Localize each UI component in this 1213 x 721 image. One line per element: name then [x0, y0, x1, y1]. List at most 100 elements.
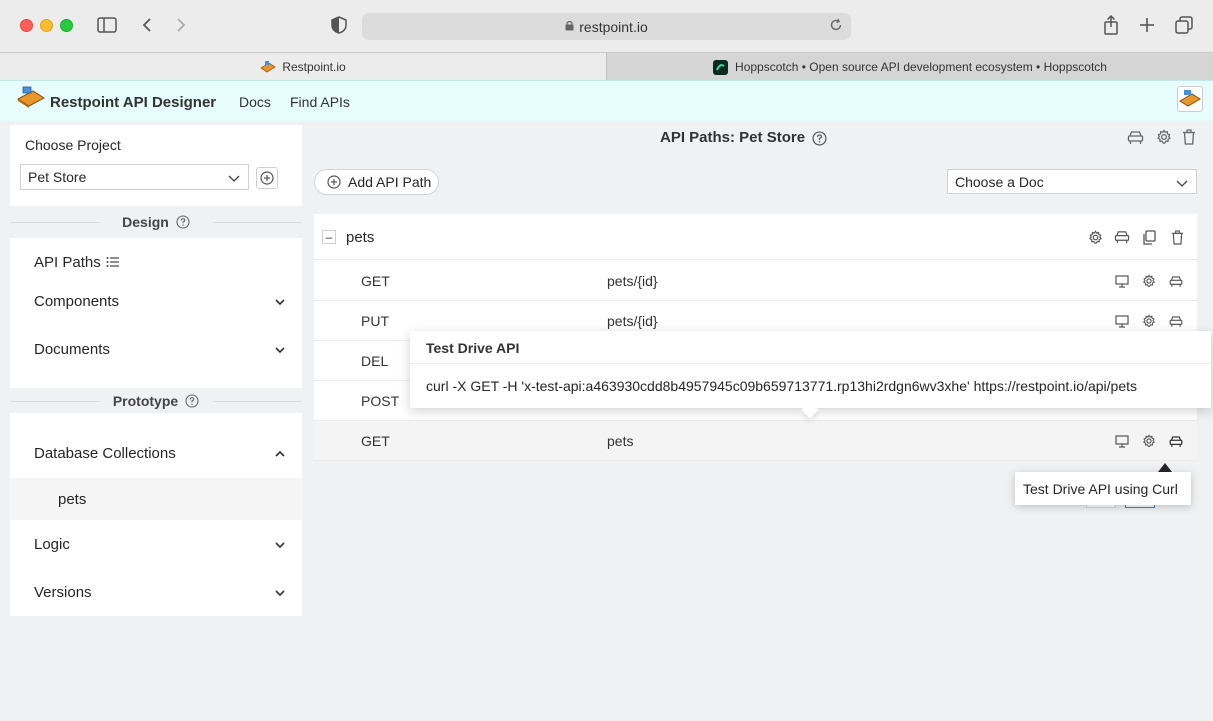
tab-label: Hoppscotch • Open source API development… — [735, 60, 1107, 74]
chevron-down-icon — [274, 343, 286, 360]
test-drive-icon[interactable] — [1168, 313, 1184, 329]
project-select-value: Pet Store — [28, 169, 87, 185]
prototype-label: Prototype — [112, 393, 179, 409]
address-bar[interactable]: restpoint.io — [362, 13, 851, 40]
sidebar-item-documents[interactable]: Documents — [10, 325, 302, 373]
design-label: Design — [122, 214, 169, 230]
http-method: DEL — [361, 353, 389, 369]
http-method: PUT — [361, 313, 389, 329]
chevron-down-icon — [274, 538, 286, 555]
sidebar-item-label: Logic — [34, 535, 70, 553]
http-method: GET — [361, 433, 390, 449]
app-title[interactable]: Restpoint API Designer — [50, 94, 216, 111]
sidebar-item-label: Database Collections — [34, 444, 176, 462]
group-header: – pets — [314, 214, 1197, 260]
tab-bar: Restpoint.io Hoppscotch • Open source AP… — [0, 52, 1213, 81]
popover-title: Test Drive API — [426, 340, 520, 356]
hoppscotch-favicon-icon — [713, 60, 729, 75]
sidebar-item-database-collections[interactable]: Database Collections — [10, 429, 302, 477]
tooltip-arrow — [1158, 463, 1172, 472]
browser-toolbar: restpoint.io — [0, 0, 1213, 52]
collapse-toggle[interactable]: – — [322, 230, 336, 244]
nav-docs[interactable]: Docs — [239, 94, 271, 110]
doc-select-value: Choose a Doc — [955, 173, 1044, 190]
back-icon[interactable] — [136, 14, 158, 36]
api-path: pets — [607, 433, 634, 449]
app-header: Restpoint API Designer Docs Find APIs — [0, 80, 1213, 121]
gear-icon[interactable] — [1141, 313, 1157, 329]
sidebar-item-logic[interactable]: Logic — [10, 520, 302, 568]
close-window-button[interactable] — [20, 19, 33, 32]
test-drive-icon[interactable] — [1125, 127, 1145, 147]
help-icon[interactable] — [812, 130, 827, 146]
doc-select[interactable]: Choose a Doc — [947, 169, 1197, 194]
share-icon[interactable] — [1100, 14, 1122, 36]
gear-icon[interactable] — [1086, 228, 1104, 246]
api-path: pets/{id} — [607, 313, 658, 329]
page-title-text: API Paths: Pet Store — [660, 129, 806, 146]
project-select[interactable]: Pet Store — [20, 164, 249, 190]
nav-find-apis[interactable]: Find APIs — [290, 94, 350, 110]
test-drive-popover: Test Drive API curl -X GET -H 'x-test-ap… — [410, 331, 1211, 419]
lock-icon — [565, 20, 574, 34]
choose-project-card: Choose Project Pet Store — [10, 125, 302, 206]
http-method: POST — [361, 393, 400, 409]
gear-icon[interactable] — [1141, 273, 1157, 289]
http-method: GET — [361, 273, 390, 289]
tab-hoppscotch[interactable]: Hoppscotch • Open source API development… — [606, 53, 1213, 81]
tab-restpoint[interactable]: Restpoint.io — [0, 53, 606, 81]
plus-circle-icon — [327, 175, 348, 189]
sidebar-item-components[interactable]: Components — [10, 277, 302, 325]
reload-icon[interactable] — [829, 18, 843, 35]
divider — [410, 363, 1211, 364]
tab-overview-icon[interactable] — [1173, 14, 1195, 36]
table-row[interactable]: GET pets/{id} — [314, 261, 1197, 301]
collection-item-pets[interactable]: pets — [10, 478, 302, 520]
monitor-icon[interactable] — [1114, 273, 1130, 289]
url-text: restpoint.io — [579, 18, 648, 35]
zoom-window-button[interactable] — [60, 19, 73, 32]
test-drive-icon[interactable] — [1168, 433, 1184, 449]
test-drive-icon[interactable] — [1113, 228, 1131, 246]
help-icon[interactable] — [185, 394, 199, 408]
avatar[interactable] — [1177, 86, 1203, 112]
sidebar-item-label: Components — [34, 292, 120, 310]
group-name: pets — [346, 229, 375, 246]
sidebar-toggle-icon[interactable] — [96, 14, 118, 36]
curl-command[interactable]: curl -X GET -H 'x-test-api:a463930cdd8b4… — [426, 378, 1137, 394]
copy-icon[interactable] — [1140, 228, 1158, 246]
minimize-window-button[interactable] — [40, 19, 53, 32]
monitor-icon[interactable] — [1114, 433, 1130, 449]
trash-icon[interactable] — [1168, 228, 1186, 246]
help-icon[interactable] — [176, 215, 190, 229]
table-row[interactable]: GET pets — [314, 421, 1197, 461]
sidebar-item-label: API Paths — [34, 253, 101, 271]
test-drive-icon[interactable] — [1168, 273, 1184, 289]
privacy-shield-icon[interactable] — [328, 14, 350, 36]
monitor-icon[interactable] — [1114, 313, 1130, 329]
add-api-path-button[interactable]: Add API Path — [314, 169, 439, 195]
api-path: pets/{id} — [607, 273, 658, 289]
new-tab-icon[interactable] — [1136, 14, 1158, 36]
design-section-header: Design — [10, 208, 302, 236]
add-project-button[interactable] — [256, 167, 278, 189]
sidebar-item-versions[interactable]: Versions — [10, 568, 302, 616]
tooltip: Test Drive API using Curl — [1015, 472, 1191, 505]
restpoint-logo-icon[interactable] — [17, 85, 45, 109]
chevron-up-icon — [274, 447, 286, 464]
collection-label: pets — [58, 490, 87, 508]
add-api-path-label: Add API Path — [348, 174, 432, 190]
choose-project-label: Choose Project — [25, 137, 121, 153]
sidebar-item-label: Documents — [34, 340, 110, 358]
chevron-down-icon — [274, 586, 286, 603]
chevron-down-icon — [1176, 176, 1188, 192]
trash-icon[interactable] — [1179, 127, 1199, 147]
sidebar-item-label: Versions — [34, 583, 92, 601]
tooltip-text: Test Drive API using Curl — [1023, 480, 1178, 497]
list-icon — [106, 256, 120, 268]
gear-icon[interactable] — [1141, 433, 1157, 449]
gear-icon[interactable] — [1154, 127, 1174, 147]
forward-icon[interactable] — [170, 14, 192, 36]
page-title: API Paths: Pet Store — [660, 129, 827, 146]
prototype-section-header: Prototype — [10, 387, 302, 415]
